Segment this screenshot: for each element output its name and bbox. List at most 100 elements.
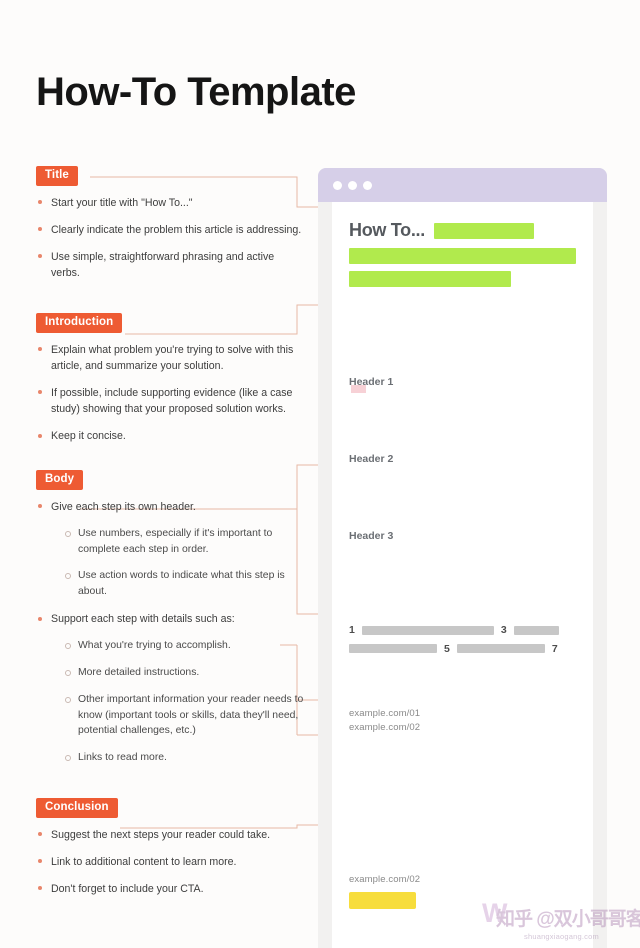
- watermark: W 知乎 @双小哥哥客 shuangxiaogang.com: [482, 896, 640, 942]
- placeholder-bar: [349, 413, 576, 422]
- placeholder-bar: [349, 776, 501, 785]
- list-item: If possible, include supporting evidence…: [36, 385, 304, 417]
- placeholder-bar: [349, 551, 576, 560]
- page-title: How-To Template: [36, 70, 356, 114]
- list-item: Don't forget to include your CTA.: [36, 881, 304, 897]
- mockup-link[interactable]: example.com/02: [349, 722, 576, 733]
- sub-bullet-list: Use numbers, especially if it's importan…: [63, 526, 304, 600]
- placeholder-bar: [349, 644, 437, 654]
- section-badge-introduction: Introduction: [36, 313, 123, 333]
- numbered-list-row: 1 3: [349, 625, 576, 636]
- browser-mockup: How To... Header 1 Header 2 Header 3 1 3…: [318, 168, 607, 948]
- section-title: Title Start your title with "How To..." …: [36, 165, 304, 281]
- list-item: Support each step with details such as: …: [36, 611, 304, 766]
- window-dot-icon: [333, 181, 342, 190]
- highlight-bar-row: [349, 271, 576, 287]
- placeholder-bar: [349, 330, 576, 339]
- list-item: Other important information your reader …: [63, 692, 304, 739]
- list-item: Link to additional content to learn more…: [36, 854, 304, 870]
- highlight-bar-row: [349, 248, 576, 264]
- placeholder-bar: [349, 314, 576, 323]
- section-badge-body: Body: [36, 470, 84, 490]
- placeholder-bar: [349, 583, 501, 592]
- list-item: What you're trying to accomplish.: [63, 638, 304, 654]
- numbered-list-row: 5 7: [349, 642, 576, 655]
- placeholder-bar: [349, 818, 576, 827]
- section-badge-conclusion: Conclusion: [36, 798, 118, 818]
- mockup-link[interactable]: example.com/01: [349, 708, 576, 719]
- mockup-header: Header 2: [349, 453, 394, 465]
- placeholder-bar: [361, 625, 494, 635]
- window-dot-icon: [363, 181, 372, 190]
- list-number: 7: [551, 642, 558, 655]
- placeholder-bar: [349, 678, 576, 687]
- placeholder-bar: [349, 429, 501, 438]
- sections-column: Title Start your title with "How To..." …: [36, 165, 304, 908]
- placeholder-bar: [349, 834, 527, 843]
- mockup-header: Header 3: [349, 530, 394, 542]
- list-item: Start your title with "How To...": [36, 195, 304, 211]
- mockup-link[interactable]: example.com/02: [349, 874, 576, 885]
- placeholder-bar: [349, 567, 576, 576]
- section-introduction: Introduction Explain what problem you're…: [36, 312, 304, 444]
- cta-button[interactable]: [349, 892, 416, 909]
- placeholder-bar: [349, 744, 576, 753]
- highlight-bar: [349, 271, 511, 287]
- list-number: 5: [444, 642, 450, 655]
- infographic-page: How-To Template Title Start your title w…: [0, 0, 640, 948]
- placeholder-bar: [349, 760, 576, 769]
- placeholder-bar: [349, 474, 576, 483]
- list-item-label: Support each step with details such as:: [51, 613, 235, 626]
- watermark-brand: 知乎 @双小哥哥客: [496, 909, 640, 930]
- placeholder-bar: [349, 346, 496, 355]
- section-badge-title: Title: [36, 166, 78, 186]
- list-number: 1: [349, 624, 355, 636]
- bullet-list-introduction: Explain what problem you're trying to so…: [36, 342, 304, 444]
- mockup-page-content: How To... Header 1 Header 2 Header 3 1 3…: [332, 202, 593, 948]
- bullet-list-body: Give each step its own header. Use numbe…: [36, 499, 304, 766]
- list-item: Use simple, straightforward phrasing and…: [36, 249, 304, 281]
- placeholder-bar: [349, 397, 576, 406]
- list-item: More detailed instructions.: [63, 665, 304, 681]
- list-item: Use numbers, especially if it's importan…: [63, 526, 304, 558]
- list-item: Links to read more.: [63, 750, 304, 766]
- bullet-list-title: Start your title with "How To..." Clearl…: [36, 195, 304, 281]
- window-dot-icon: [348, 181, 357, 190]
- bullet-list-conclusion: Suggest the next steps your reader could…: [36, 827, 304, 897]
- placeholder-bar: [349, 850, 496, 859]
- list-item: Give each step its own header. Use numbe…: [36, 499, 304, 600]
- list-item: Clearly indicate the problem this articl…: [36, 222, 304, 238]
- list-item-label: Give each step its own header.: [51, 500, 196, 513]
- list-item: Use action words to indicate what this s…: [63, 568, 304, 600]
- mockup-header: Header 1: [349, 376, 576, 393]
- highlight-bar: [433, 222, 534, 239]
- mockup-headline: How To...: [349, 220, 425, 240]
- placeholder-bar: [349, 506, 501, 515]
- highlight-bar: [349, 248, 576, 264]
- list-item: Explain what problem you're trying to so…: [36, 342, 304, 374]
- placeholder-bar: [349, 490, 576, 499]
- placeholder-bar: [349, 662, 576, 671]
- section-body: Body Give each step its own header. Use …: [36, 469, 304, 766]
- placeholder-bar: [513, 625, 559, 635]
- placeholder-bar: [456, 644, 545, 654]
- section-conclusion: Conclusion Suggest the next steps your r…: [36, 797, 304, 897]
- list-item: Suggest the next steps your reader could…: [36, 827, 304, 843]
- browser-title-bar: [318, 168, 607, 202]
- list-item: Keep it concise.: [36, 428, 304, 444]
- watermark-url: shuangxiaogang.com: [524, 932, 599, 941]
- list-number: 3: [500, 624, 507, 636]
- sub-bullet-list: What you're trying to accomplish. More d…: [63, 638, 304, 766]
